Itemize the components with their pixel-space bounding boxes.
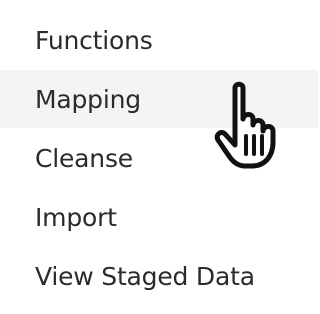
menu-item-mapping[interactable]: Mapping	[0, 70, 318, 128]
menu-item-functions[interactable]: Functions	[0, 11, 318, 69]
menu-item-label: Cleanse	[35, 143, 133, 173]
context-menu: Functions Mapping Cleanse Import View St…	[0, 0, 318, 314]
menu-item-label: Mapping	[35, 84, 141, 114]
menu-item-view-staged-data[interactable]: View Staged Data	[0, 247, 318, 305]
menu-item-label: Functions	[35, 25, 153, 55]
menu-item-import[interactable]: Import	[0, 188, 318, 246]
menu-item-cleanse[interactable]: Cleanse	[0, 129, 318, 187]
menu-item-label: Import	[35, 202, 117, 232]
menu-item-label: View Staged Data	[35, 261, 255, 291]
